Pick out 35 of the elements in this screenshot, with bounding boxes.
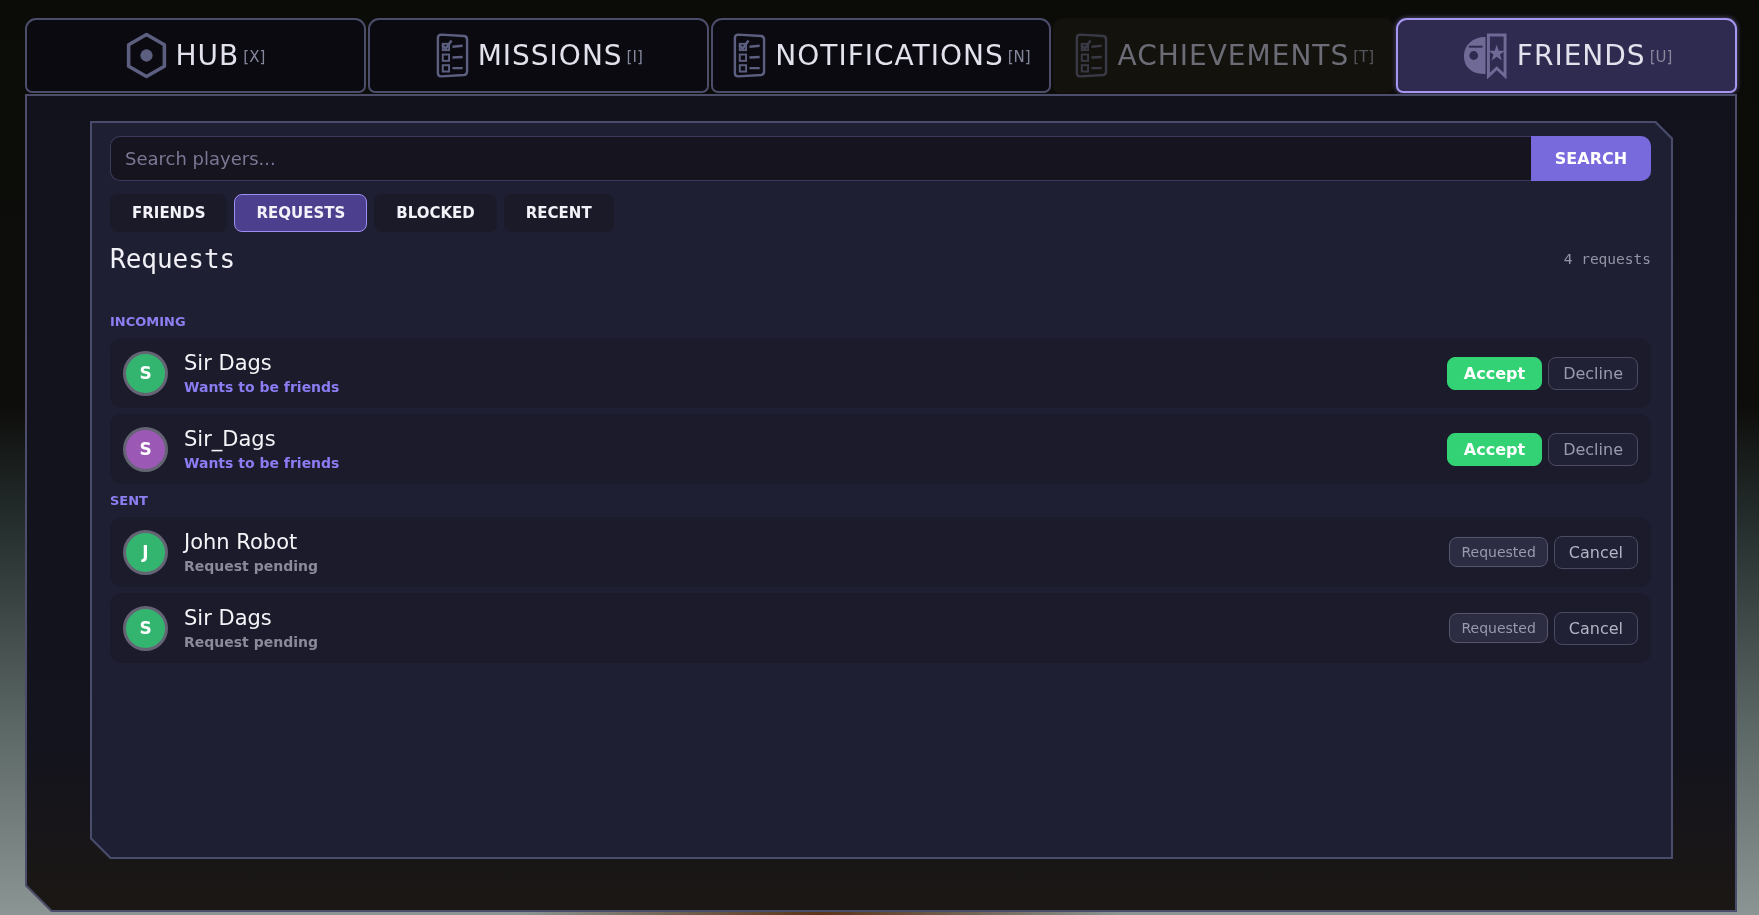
request-status: Request pending — [184, 556, 319, 575]
checklist-icon — [731, 32, 767, 79]
avatar: S — [123, 426, 168, 472]
requested-button[interactable]: Requested — [1449, 537, 1548, 567]
tab[interactable]: MISSIONS[I] — [367, 18, 709, 93]
request-count: 4 requests — [1563, 251, 1651, 267]
avatar: J — [123, 529, 168, 575]
cancel-button[interactable]: Cancel — [1553, 611, 1638, 645]
checklist-icon — [1073, 32, 1109, 79]
search-field[interactable]: Search players... — [110, 136, 1531, 181]
filter-tab[interactable]: REQUESTS — [234, 194, 368, 232]
section-label: INCOMING — [110, 314, 187, 330]
player-name: Sir Dags — [184, 350, 273, 375]
request-status: Request pending — [184, 632, 319, 651]
avatar: S — [123, 605, 168, 651]
filter-tab[interactable]: BLOCKED — [374, 194, 497, 232]
player-name: Sir_Dags — [184, 426, 277, 451]
decline-button[interactable]: Decline — [1548, 432, 1638, 466]
player-name: John Robot — [184, 529, 299, 554]
filter-tab[interactable]: RECENT — [503, 194, 614, 232]
requested-button[interactable]: Requested — [1449, 613, 1548, 643]
avatar: S — [123, 350, 168, 396]
filter-tab[interactable]: FRIENDS — [110, 194, 228, 232]
search-button[interactable]: SEARCH — [1531, 136, 1651, 181]
list-title: Requests — [110, 244, 236, 274]
decline-button[interactable]: Decline — [1548, 356, 1638, 390]
tab[interactable]: HUB[X] — [25, 18, 366, 93]
cancel-button[interactable]: Cancel — [1553, 535, 1638, 569]
request-status: Wants to be friends — [184, 453, 341, 472]
tab[interactable]: NOTIFICATIONS[N] — [710, 18, 1052, 93]
section-label: SENT — [110, 493, 149, 509]
tab[interactable]: FRIENDS[U] — [1396, 18, 1737, 93]
hexagon-icon — [125, 32, 167, 79]
player-name: Sir Dags — [184, 605, 273, 630]
request-status: Wants to be friends — [184, 377, 341, 396]
